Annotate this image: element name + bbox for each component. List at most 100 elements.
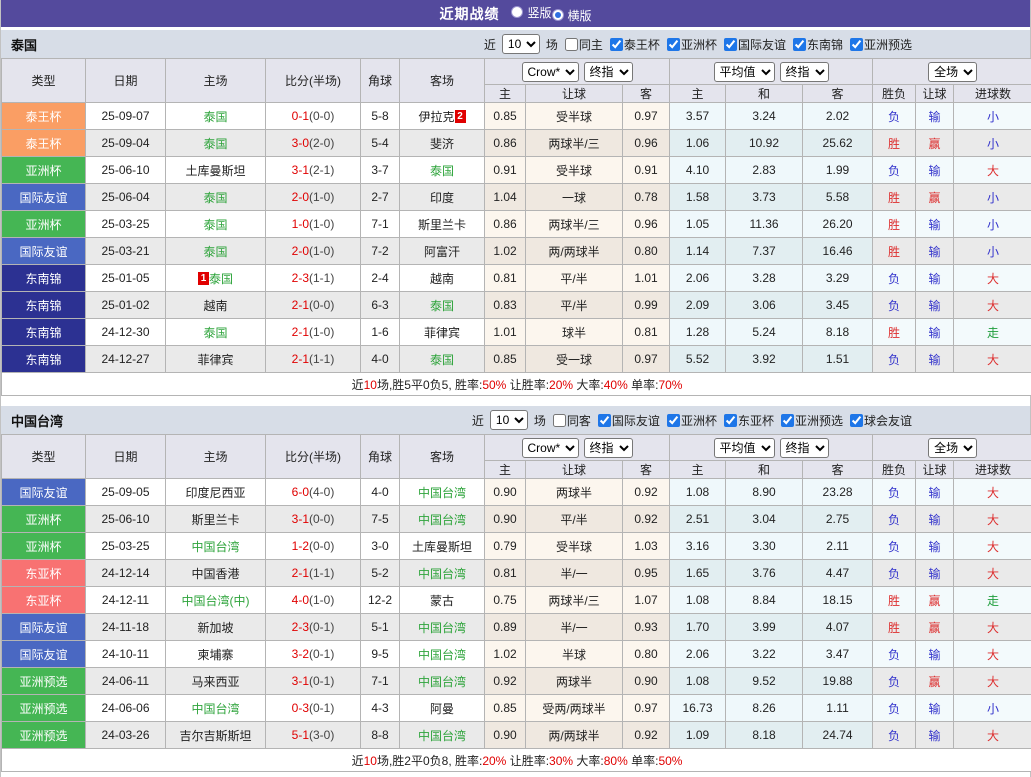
home-team-name: 中国台湾	[191, 540, 239, 554]
league-filter-label-text: 泰王杯	[624, 36, 660, 53]
avg-draw-odds: 3.06	[726, 292, 803, 319]
handicap-home-odds: 0.79	[485, 533, 526, 560]
away-team: 伊拉克2	[400, 103, 485, 130]
final-odds-select-2[interactable]: 终指	[780, 438, 829, 458]
bookmaker-select[interactable]: Crow*	[522, 62, 579, 82]
avg-away-odds: 2.02	[803, 103, 873, 130]
league-filter-checkbox[interactable]	[850, 38, 863, 51]
handicap-away-odds: 0.92	[623, 479, 670, 506]
league-filter-泰王杯[interactable]: 泰王杯	[605, 36, 660, 53]
league-filter-亚洲杯[interactable]: 亚洲杯	[662, 412, 717, 429]
home-team-name: 印度尼西亚	[185, 486, 245, 500]
recent-count-select[interactable]: 10	[490, 410, 528, 430]
avg-draw-odds: 3.76	[726, 560, 803, 587]
bookmaker-select[interactable]: Crow*	[522, 438, 579, 458]
radio-button-icon	[552, 9, 564, 21]
radio-horizontal-layout[interactable]: 横版	[552, 7, 592, 24]
table-row: 亚洲杯25-06-10土库曼斯坦3-1(2-1)3-7泰国0.91受半球0.91…	[2, 157, 1031, 184]
handicap-home-odds: 1.02	[485, 641, 526, 668]
avg-away-odds: 1.11	[803, 695, 873, 722]
result-handicap: 输	[916, 238, 954, 265]
same-venue-checkbox-label[interactable]: 同主	[560, 36, 603, 53]
avg-away-odds: 1.99	[803, 157, 873, 184]
handicap-line: 两球半/三	[526, 587, 623, 614]
result-handicap: 输	[916, 695, 954, 722]
recent-count-select[interactable]: 10	[502, 34, 540, 54]
result-handicap: 输	[916, 506, 954, 533]
handicap-home-odds: 0.85	[485, 346, 526, 373]
handicap-home-odds: 0.81	[485, 560, 526, 587]
halftime-score: (1-1)	[309, 352, 334, 366]
same-venue-checkbox-label[interactable]: 同客	[548, 412, 591, 429]
league-filter-国际友谊[interactable]: 国际友谊	[593, 412, 660, 429]
league-filter-checkbox[interactable]	[610, 38, 623, 51]
league-filter-label-text: 球会友谊	[864, 412, 912, 429]
league-badge: 亚洲杯	[2, 157, 86, 184]
league-badge: 亚洲预选	[2, 668, 86, 695]
results-table: 类型 日期 主场 比分(半场) 角球 客场 Crow* 终指 平均值	[1, 434, 1031, 772]
result-winlose: 胜	[873, 319, 916, 346]
league-filter-东亚杯[interactable]: 东亚杯	[719, 412, 774, 429]
table-row: 东亚杯24-12-14中国香港2-1(1-1)5-2中国台湾0.81半/一0.9…	[2, 560, 1031, 587]
col-header-handicap-result: 让球	[916, 85, 954, 103]
halftime-score: (1-0)	[309, 244, 334, 258]
final-odds-select-2[interactable]: 终指	[780, 62, 829, 82]
handicap-line: 受一球	[526, 346, 623, 373]
avg-home-odds: 2.06	[670, 641, 726, 668]
league-filter-checkbox[interactable]	[724, 414, 737, 427]
handicap-away-odds: 0.96	[623, 130, 670, 157]
league-filter-亚洲杯[interactable]: 亚洲杯	[662, 36, 717, 53]
league-filter-国际友谊[interactable]: 国际友谊	[719, 36, 786, 53]
match-score: 3-1(2-1)	[266, 157, 361, 184]
league-filter-亚洲预选[interactable]: 亚洲预选	[845, 36, 912, 53]
same-venue-checkbox[interactable]	[553, 414, 566, 427]
handicap-home-odds: 0.90	[485, 479, 526, 506]
league-filter-checkbox[interactable]	[781, 414, 794, 427]
home-team: 中国台湾	[166, 695, 266, 722]
handicap-line: 平/半	[526, 506, 623, 533]
league-filter-东南锦[interactable]: 东南锦	[788, 36, 843, 53]
league-filter-球会友谊[interactable]: 球会友谊	[845, 412, 912, 429]
average-select[interactable]: 平均值	[714, 438, 775, 458]
radio-vertical-layout[interactable]: 竖版	[511, 4, 551, 21]
league-filter-checkbox[interactable]	[598, 414, 611, 427]
result-handicap: 赢	[916, 587, 954, 614]
summary-stat-label: 让胜率:	[506, 754, 549, 768]
league-filter-亚洲预选[interactable]: 亚洲预选	[776, 412, 843, 429]
col-header-away: 客场	[400, 59, 485, 103]
handicap-home-odds: 0.89	[485, 614, 526, 641]
match-score: 1-2(0-0)	[266, 533, 361, 560]
corner-score: 7-2	[361, 238, 400, 265]
match-date: 25-01-05	[86, 265, 166, 292]
scope-select[interactable]: 全场	[928, 438, 977, 458]
summary-stat-value: 30%	[549, 754, 573, 768]
league-filter-checkbox[interactable]	[724, 38, 737, 51]
league-filter-checkbox[interactable]	[667, 414, 680, 427]
league-filter-checkbox[interactable]	[793, 38, 806, 51]
avg-draw-odds: 8.26	[726, 695, 803, 722]
handicap-away-odds: 0.92	[623, 722, 670, 749]
away-team-name: 越南	[430, 272, 454, 286]
section-header-bar: 泰国 近10场同主泰王杯亚洲杯国际友谊东南锦亚洲预选	[1, 30, 1030, 58]
handicap-line: 一球	[526, 184, 623, 211]
handicap-away-odds: 0.96	[623, 211, 670, 238]
home-team-name: 泰国	[209, 272, 233, 286]
home-team: 斯里兰卡	[166, 506, 266, 533]
match-score: 3-0(2-0)	[266, 130, 361, 157]
summary-stat-value: 80%	[604, 754, 628, 768]
corner-score: 2-7	[361, 184, 400, 211]
scope-select[interactable]: 全场	[928, 62, 977, 82]
section-divider	[1, 396, 1030, 403]
result-goals: 大	[954, 668, 1031, 695]
final-odds-select-1[interactable]: 终指	[584, 438, 633, 458]
final-odds-select-1[interactable]: 终指	[584, 62, 633, 82]
corner-score: 3-7	[361, 157, 400, 184]
same-venue-checkbox[interactable]	[565, 38, 578, 51]
league-filter-checkbox[interactable]	[850, 414, 863, 427]
average-select[interactable]: 平均值	[714, 62, 775, 82]
result-winlose: 负	[873, 292, 916, 319]
halftime-score: (3-0)	[309, 728, 334, 742]
result-handicap: 输	[916, 722, 954, 749]
league-filter-checkbox[interactable]	[667, 38, 680, 51]
avg-away-odds: 5.58	[803, 184, 873, 211]
